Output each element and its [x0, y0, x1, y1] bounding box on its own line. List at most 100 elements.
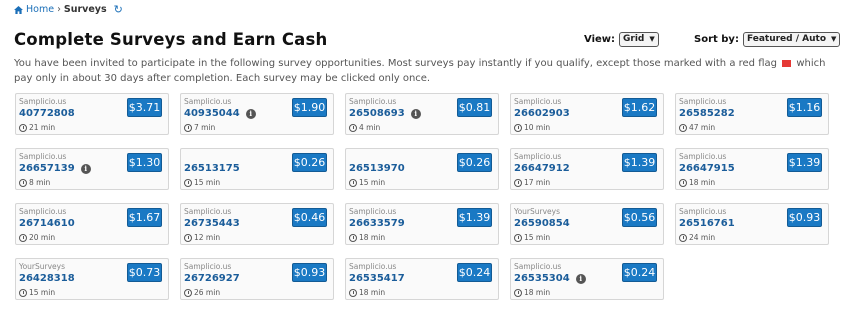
survey-card[interactable]: Samplicio.us 26714610 20 min $1.67	[15, 203, 169, 245]
survey-id[interactable]: 26735443	[184, 218, 240, 229]
survey-duration-text: 47 min	[689, 123, 716, 132]
survey-duration-text: 10 min	[524, 123, 551, 132]
survey-card[interactable]: Samplicio.us 26585282 47 min $1.16	[675, 93, 829, 135]
breadcrumb-home-label: Home	[26, 4, 55, 15]
survey-id[interactable]: 26714610	[19, 218, 75, 229]
survey-duration-text: 24 min	[689, 233, 716, 242]
survey-duration: 15 min	[19, 288, 55, 297]
survey-price-button[interactable]: $0.56	[622, 208, 657, 227]
survey-provider: Samplicio.us	[514, 262, 562, 271]
survey-id[interactable]: 26535304	[514, 273, 570, 284]
survey-id[interactable]: 26633579	[349, 218, 405, 229]
survey-price-button[interactable]: $1.67	[127, 208, 162, 227]
survey-id[interactable]: 26428318	[19, 273, 75, 284]
survey-card[interactable]: Samplicio.us 26726927 26 min $0.93	[180, 258, 334, 300]
survey-id[interactable]: 26726927	[184, 273, 240, 284]
survey-price-button[interactable]: $0.93	[787, 208, 822, 227]
survey-card[interactable]: Samplicio.us 26535304 i 18 min $0.24	[510, 258, 664, 300]
survey-duration: 18 min	[349, 288, 385, 297]
breadcrumb-home-link[interactable]: Home	[14, 4, 54, 15]
survey-price-button[interactable]: $0.73	[127, 263, 162, 282]
survey-card[interactable]: Samplicio.us 26735443 12 min $0.46	[180, 203, 334, 245]
survey-duration: 8 min	[19, 178, 50, 187]
survey-provider: Samplicio.us	[19, 97, 67, 106]
survey-duration-text: 17 min	[524, 178, 551, 187]
clock-icon	[19, 123, 27, 132]
survey-duration-text: 21 min	[29, 123, 56, 132]
survey-price-button[interactable]: $0.26	[457, 153, 492, 172]
survey-id[interactable]: 40935044	[184, 108, 240, 119]
survey-id[interactable]: 26513970	[349, 163, 405, 174]
view-select[interactable]: Grid ▼	[619, 32, 659, 47]
survey-price-button[interactable]: $1.16	[787, 98, 822, 117]
survey-duration: 15 min	[184, 178, 220, 187]
survey-id[interactable]: 26657139	[19, 163, 75, 174]
survey-price-button[interactable]: $1.39	[787, 153, 822, 172]
sort-select[interactable]: Featured / Auto ▼	[742, 32, 841, 47]
survey-id[interactable]: 26513175	[184, 163, 240, 174]
survey-price-button[interactable]: $0.24	[457, 263, 492, 282]
survey-id-row: 26428318	[19, 273, 75, 284]
survey-card[interactable]: Samplicio.us 26633579 18 min $1.39	[345, 203, 499, 245]
clock-icon	[19, 178, 27, 187]
survey-id[interactable]: 26516761	[679, 218, 735, 229]
survey-id[interactable]: 26602903	[514, 108, 570, 119]
survey-card[interactable]: Samplicio.us 26508693 i 4 min $0.81	[345, 93, 499, 135]
survey-price-button[interactable]: $0.46	[292, 208, 327, 227]
refresh-icon[interactable]: ↻	[114, 4, 123, 15]
survey-id-row: 26516761	[679, 218, 735, 229]
survey-card[interactable]: 26513970 15 min $0.26	[345, 148, 499, 190]
survey-price-button[interactable]: $0.81	[457, 98, 492, 117]
survey-price-button[interactable]: $1.39	[622, 153, 657, 172]
sort-select-value: Featured / Auto	[746, 34, 827, 44]
survey-id-row: 26508693 i	[349, 108, 421, 119]
survey-card[interactable]: Samplicio.us 40772808 21 min $3.71	[15, 93, 169, 135]
survey-card[interactable]: 26513175 15 min $0.26	[180, 148, 334, 190]
survey-price-button[interactable]: $0.24	[622, 263, 657, 282]
survey-id[interactable]: 26508693	[349, 108, 405, 119]
intro-text-before-flag: You have been invited to participate in …	[14, 58, 777, 69]
survey-card[interactable]: Samplicio.us 26535417 18 min $0.24	[345, 258, 499, 300]
survey-price-button[interactable]: $3.71	[127, 98, 162, 117]
survey-id[interactable]: 26590854	[514, 218, 570, 229]
survey-price-button[interactable]: $1.30	[127, 153, 162, 172]
survey-id-row: 26602903	[514, 108, 570, 119]
survey-card[interactable]: Samplicio.us 26516761 24 min $0.93	[675, 203, 829, 245]
survey-duration: 10 min	[514, 123, 550, 132]
clock-icon	[19, 288, 27, 297]
survey-card[interactable]: Samplicio.us 26647915 18 min $1.39	[675, 148, 829, 190]
survey-provider: Samplicio.us	[184, 262, 232, 271]
survey-id[interactable]: 26535417	[349, 273, 405, 284]
survey-duration: 12 min	[184, 233, 220, 242]
survey-provider: Samplicio.us	[679, 152, 727, 161]
survey-card[interactable]: YourSurveys 26428318 15 min $0.73	[15, 258, 169, 300]
info-icon[interactable]: i	[80, 163, 91, 174]
survey-price-button[interactable]: $0.26	[292, 153, 327, 172]
survey-card[interactable]: Samplicio.us 26647912 17 min $1.39	[510, 148, 664, 190]
info-icon[interactable]: i	[245, 108, 256, 119]
survey-price-button[interactable]: $1.90	[292, 98, 327, 117]
survey-provider: Samplicio.us	[19, 152, 67, 161]
survey-id[interactable]: 40772808	[19, 108, 75, 119]
survey-provider: YourSurveys	[19, 262, 66, 271]
info-icon[interactable]: i	[575, 273, 586, 284]
clock-icon	[349, 123, 357, 132]
survey-id[interactable]: 26647915	[679, 163, 735, 174]
clock-icon	[679, 233, 687, 242]
survey-card[interactable]: Samplicio.us 40935044 i 7 min $1.90	[180, 93, 334, 135]
survey-card[interactable]: YourSurveys 26590854 15 min $0.56	[510, 203, 664, 245]
survey-price-button[interactable]: $1.62	[622, 98, 657, 117]
breadcrumb: Home › Surveys ↻	[14, 4, 123, 15]
survey-provider: Samplicio.us	[184, 97, 232, 106]
survey-price-button[interactable]: $0.93	[292, 263, 327, 282]
survey-price-button[interactable]: $1.39	[457, 208, 492, 227]
survey-id[interactable]: 26585282	[679, 108, 735, 119]
survey-id[interactable]: 26647912	[514, 163, 570, 174]
info-icon[interactable]: i	[410, 108, 421, 119]
survey-duration-text: 4 min	[359, 123, 381, 132]
survey-id-row: 26535417	[349, 273, 405, 284]
survey-duration-text: 18 min	[689, 178, 716, 187]
survey-card[interactable]: Samplicio.us 26657139 i 8 min $1.30	[15, 148, 169, 190]
red-flag-icon	[782, 60, 792, 67]
survey-card[interactable]: Samplicio.us 26602903 10 min $1.62	[510, 93, 664, 135]
